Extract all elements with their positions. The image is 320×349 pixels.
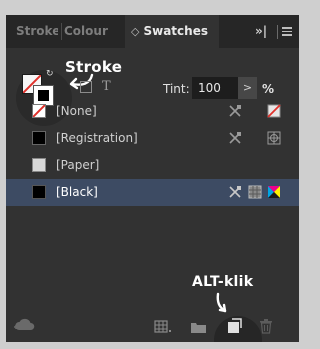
swatch-name: [None] (56, 104, 97, 118)
tab-divider (61, 23, 62, 40)
tab-swatches-label: Swatches (143, 24, 208, 38)
tab-stroke[interactable]: Stroke (16, 15, 58, 48)
new-color-group-icon[interactable] (190, 320, 208, 334)
swatch-chip (32, 158, 46, 172)
registration-mode-icon (267, 131, 281, 145)
swatch-name: [Registration] (56, 131, 138, 145)
trash-icon[interactable] (259, 318, 273, 334)
tint-dropdown-button[interactable]: > (238, 77, 257, 99)
cloud-library-icon[interactable] (13, 317, 37, 333)
swatch-row-black[interactable]: [Black] (6, 179, 299, 206)
swatch-chip (32, 131, 46, 145)
tab-divider (277, 25, 278, 39)
cannot-edit-icon (229, 132, 241, 144)
tab-swatches[interactable]: ◇ Swatches (125, 15, 219, 48)
tint-input[interactable] (192, 77, 238, 99)
annotation-alt-click: ALT-klik (192, 274, 254, 290)
cannot-edit-icon (229, 186, 241, 198)
new-swatch-icon[interactable] (226, 318, 242, 334)
tint-percent-label: % (262, 82, 275, 96)
process-color-icon (248, 185, 262, 199)
tint-label: Tint: (163, 82, 190, 96)
cmyk-mode-icon (268, 186, 280, 198)
collapse-panel-button[interactable]: »| (255, 15, 267, 48)
swatch-name: [Black] (56, 185, 98, 199)
panel-tab-bar: Stroke Colour ◇ Swatches »| (6, 15, 299, 48)
panel-menu-icon-line (282, 31, 292, 32)
formatting-text-icon[interactable]: T (102, 79, 111, 94)
swap-fill-stroke-icon[interactable]: ↻ (46, 69, 54, 79)
swatch-row-registration[interactable]: [Registration] (6, 125, 299, 152)
curved-arrow-icon (216, 292, 227, 313)
swatch-views-icon[interactable] (154, 319, 174, 335)
cannot-edit-icon (229, 105, 241, 117)
swatch-chip (32, 104, 46, 118)
none-color-mode-icon (267, 104, 281, 118)
swatch-row-none[interactable]: [None] (6, 98, 299, 125)
formatting-container-icon[interactable] (80, 81, 92, 93)
tab-colour[interactable]: Colour (64, 15, 126, 48)
swatch-chip (32, 185, 46, 199)
swatches-panel: Stroke Colour ◇ Swatches »| ↻ Stroke T T… (6, 15, 299, 342)
tab-options-icon: ◇ (131, 25, 140, 38)
swatches-panel-screenshot: Stroke Colour ◇ Swatches »| ↻ Stroke T T… (0, 0, 299, 349)
none-slash-icon (33, 105, 45, 117)
swatch-row-paper[interactable]: [Paper] (6, 152, 299, 179)
swatch-name: [Paper] (56, 158, 100, 172)
